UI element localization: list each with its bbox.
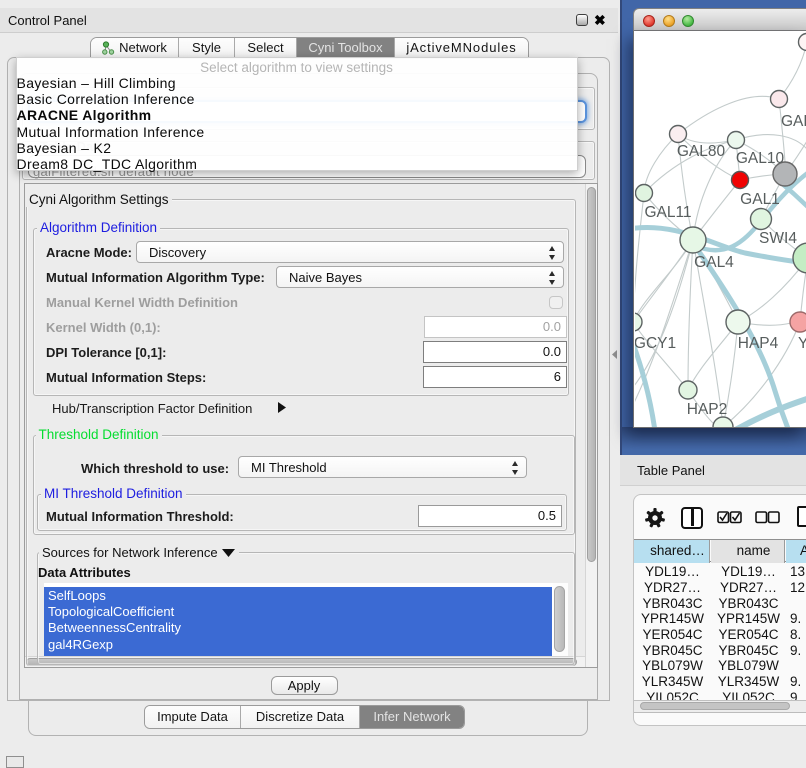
svg-text:GAL11: GAL11 xyxy=(644,204,691,221)
svg-text:HAP2: HAP2 xyxy=(687,401,728,418)
svg-text:Y: Y xyxy=(798,335,806,352)
svg-text:GAL10: GAL10 xyxy=(736,150,785,167)
svg-text:GCY1: GCY1 xyxy=(635,335,676,352)
svg-text:GAL: GAL xyxy=(781,113,806,130)
svg-text:GAL1: GAL1 xyxy=(740,191,780,208)
svg-text:SWI4: SWI4 xyxy=(759,230,797,247)
svg-text:GAL80: GAL80 xyxy=(677,143,726,160)
svg-text:GAL4: GAL4 xyxy=(694,254,734,271)
svg-text:HAP4: HAP4 xyxy=(738,335,779,352)
